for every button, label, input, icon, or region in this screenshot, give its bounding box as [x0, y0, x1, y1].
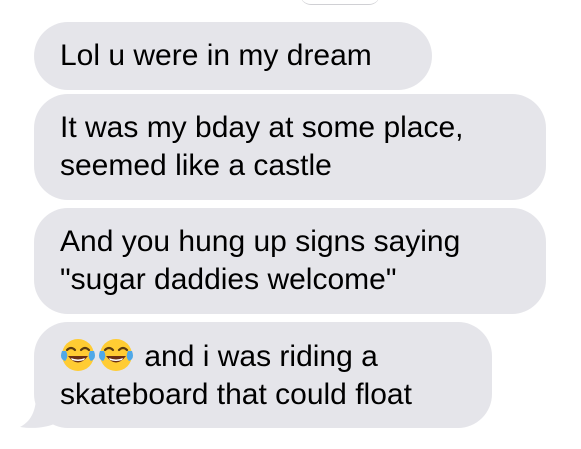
- message-text: And you hung up signs saying: [60, 225, 461, 258]
- face-with-tears-of-joy-icon: [98, 337, 134, 373]
- face-with-tears-of-joy-icon: [60, 337, 96, 373]
- message-bubble-1[interactable]: Lol u were in my dream: [34, 22, 432, 90]
- message-text: It was my bday at some place,: [60, 111, 464, 144]
- message-bubble-3[interactable]: And you hung up signs saying "sugar dadd…: [34, 208, 546, 314]
- message-text: skateboard that could float: [60, 378, 412, 411]
- message-bubble-2[interactable]: It was my bday at some place, seemed lik…: [34, 94, 546, 200]
- message-text: seemed like a castle: [60, 149, 332, 182]
- message-text: "sugar daddies welcome": [60, 263, 397, 296]
- message-text: Lol u were in my dream: [60, 39, 372, 72]
- previous-message-edge: [300, 0, 380, 5]
- message-bubble-4[interactable]: and i was riding a skateboard that could…: [34, 322, 492, 428]
- message-thread: Lol u were in my dream It was my bday at…: [0, 0, 581, 449]
- message-line-with-emoji: and i was riding a: [60, 337, 470, 376]
- message-text: and i was riding a: [144, 340, 378, 373]
